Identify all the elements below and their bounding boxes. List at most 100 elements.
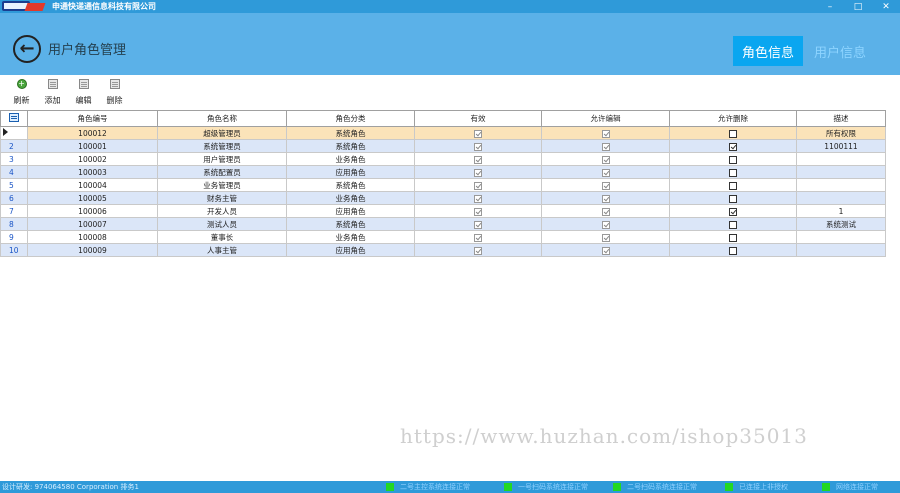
- cell-category[interactable]: 应用角色: [286, 165, 415, 179]
- cell-name[interactable]: 人事主管: [157, 243, 287, 257]
- cell-code[interactable]: 100004: [27, 178, 158, 192]
- table-row[interactable]: 4 100003 系统配置员 应用角色: [0, 165, 886, 179]
- cell-code[interactable]: 100001: [27, 139, 158, 153]
- column-header[interactable]: 允许删除: [669, 110, 797, 127]
- checkbox-valid[interactable]: [474, 207, 482, 216]
- table-row[interactable]: 3 100002 用户管理员 业务角色: [0, 152, 886, 166]
- minimize-button[interactable]: –: [816, 0, 844, 13]
- cell-name[interactable]: 测试人员: [157, 217, 287, 231]
- delete-button[interactable]: 删除: [99, 75, 130, 110]
- checkbox-valid[interactable]: [474, 155, 482, 164]
- cell-category[interactable]: 应用角色: [286, 204, 415, 218]
- close-button[interactable]: ✕: [872, 0, 900, 13]
- checkbox-valid[interactable]: [474, 233, 482, 242]
- checkbox-editable[interactable]: [601, 246, 610, 255]
- cell-desc[interactable]: [796, 230, 886, 244]
- row-header[interactable]: 2: [0, 139, 28, 153]
- cell-desc[interactable]: 1100111: [796, 139, 886, 153]
- cell-desc[interactable]: 所有权限: [796, 126, 886, 140]
- checkbox-editable[interactable]: [601, 233, 610, 242]
- checkbox-deletable[interactable]: [729, 207, 737, 216]
- row-header[interactable]: 7: [0, 204, 28, 218]
- cell-category[interactable]: 系统角色: [286, 126, 415, 140]
- checkbox-valid[interactable]: [474, 246, 482, 255]
- maximize-button[interactable]: □: [844, 0, 872, 13]
- cell-name[interactable]: 业务管理员: [157, 178, 287, 192]
- checkbox-editable[interactable]: [601, 155, 610, 164]
- checkbox-deletable[interactable]: [729, 194, 737, 203]
- checkbox-editable[interactable]: [601, 142, 610, 151]
- cell-code[interactable]: 100007: [27, 217, 158, 231]
- edit-button[interactable]: 编辑: [68, 75, 99, 110]
- cell-desc[interactable]: [796, 191, 886, 205]
- table-row[interactable]: 5 100004 业务管理员 系统角色: [0, 178, 886, 192]
- checkbox-editable[interactable]: [601, 207, 610, 216]
- checkbox-editable[interactable]: [601, 181, 610, 190]
- row-header[interactable]: 3: [0, 152, 28, 166]
- table-row[interactable]: 10 100009 人事主管 应用角色: [0, 243, 886, 257]
- table-row[interactable]: 100012 超级管理员 系统角色 所有权限: [0, 126, 886, 140]
- checkbox-editable[interactable]: [601, 220, 610, 229]
- cell-desc[interactable]: 系统测试: [796, 217, 886, 231]
- cell-category[interactable]: 应用角色: [286, 243, 415, 257]
- checkbox-valid[interactable]: [474, 220, 482, 229]
- checkbox-deletable[interactable]: [729, 246, 737, 255]
- cell-code[interactable]: 100008: [27, 230, 158, 244]
- checkbox-valid[interactable]: [474, 129, 482, 138]
- cell-name[interactable]: 董事长: [157, 230, 287, 244]
- cell-name[interactable]: 系统管理员: [157, 139, 287, 153]
- row-header[interactable]: 9: [0, 230, 28, 244]
- column-header[interactable]: 描述: [796, 110, 886, 127]
- checkbox-editable[interactable]: [601, 129, 610, 138]
- cell-code[interactable]: 100006: [27, 204, 158, 218]
- cell-category[interactable]: 业务角色: [286, 230, 415, 244]
- column-header[interactable]: 有效: [414, 110, 542, 127]
- cell-code[interactable]: 100002: [27, 152, 158, 166]
- checkbox-deletable[interactable]: [729, 233, 737, 242]
- table-row[interactable]: 7 100006 开发人员 应用角色 1: [0, 204, 886, 218]
- checkbox-deletable[interactable]: [729, 168, 737, 177]
- cell-name[interactable]: 开发人员: [157, 204, 287, 218]
- row-header[interactable]: [0, 126, 28, 140]
- row-header[interactable]: 10: [0, 243, 28, 257]
- cell-name[interactable]: 财务主管: [157, 191, 287, 205]
- table-row[interactable]: 2 100001 系统管理员 系统角色 1100111: [0, 139, 886, 153]
- row-header[interactable]: 8: [0, 217, 28, 231]
- grid-corner[interactable]: [0, 110, 28, 127]
- cell-code[interactable]: 100009: [27, 243, 158, 257]
- cell-code[interactable]: 100012: [27, 126, 158, 140]
- cell-category[interactable]: 系统角色: [286, 217, 415, 231]
- table-row[interactable]: 6 100005 财务主管 业务角色: [0, 191, 886, 205]
- tab-role-info[interactable]: 角色信息: [733, 36, 803, 66]
- back-button[interactable]: ←: [13, 35, 41, 63]
- checkbox-deletable[interactable]: [729, 142, 737, 151]
- add-button[interactable]: 添加: [37, 75, 68, 110]
- cell-desc[interactable]: [796, 152, 886, 166]
- checkbox-deletable[interactable]: [729, 181, 737, 190]
- checkbox-valid[interactable]: [474, 194, 482, 203]
- cell-category[interactable]: 系统角色: [286, 178, 415, 192]
- column-header[interactable]: 角色名称: [157, 110, 287, 127]
- cell-name[interactable]: 用户管理员: [157, 152, 287, 166]
- checkbox-deletable[interactable]: [729, 220, 737, 229]
- checkbox-valid[interactable]: [474, 168, 482, 177]
- checkbox-deletable[interactable]: [729, 129, 737, 138]
- cell-desc[interactable]: [796, 243, 886, 257]
- checkbox-valid[interactable]: [474, 142, 482, 151]
- table-row[interactable]: 8 100007 测试人员 系统角色 系统测试: [0, 217, 886, 231]
- cell-category[interactable]: 系统角色: [286, 139, 415, 153]
- cell-category[interactable]: 业务角色: [286, 152, 415, 166]
- cell-code[interactable]: 100003: [27, 165, 158, 179]
- column-header[interactable]: 角色分类: [286, 110, 415, 127]
- checkbox-editable[interactable]: [601, 168, 610, 177]
- tab-user-info[interactable]: 用户信息: [810, 36, 870, 66]
- column-header[interactable]: 角色编号: [27, 110, 158, 127]
- cell-desc[interactable]: 1: [796, 204, 886, 218]
- cell-category[interactable]: 业务角色: [286, 191, 415, 205]
- cell-desc[interactable]: [796, 165, 886, 179]
- table-row[interactable]: 9 100008 董事长 业务角色: [0, 230, 886, 244]
- cell-name[interactable]: 系统配置员: [157, 165, 287, 179]
- row-header[interactable]: 6: [0, 191, 28, 205]
- column-header[interactable]: 允许编辑: [541, 110, 670, 127]
- checkbox-deletable[interactable]: [729, 155, 737, 164]
